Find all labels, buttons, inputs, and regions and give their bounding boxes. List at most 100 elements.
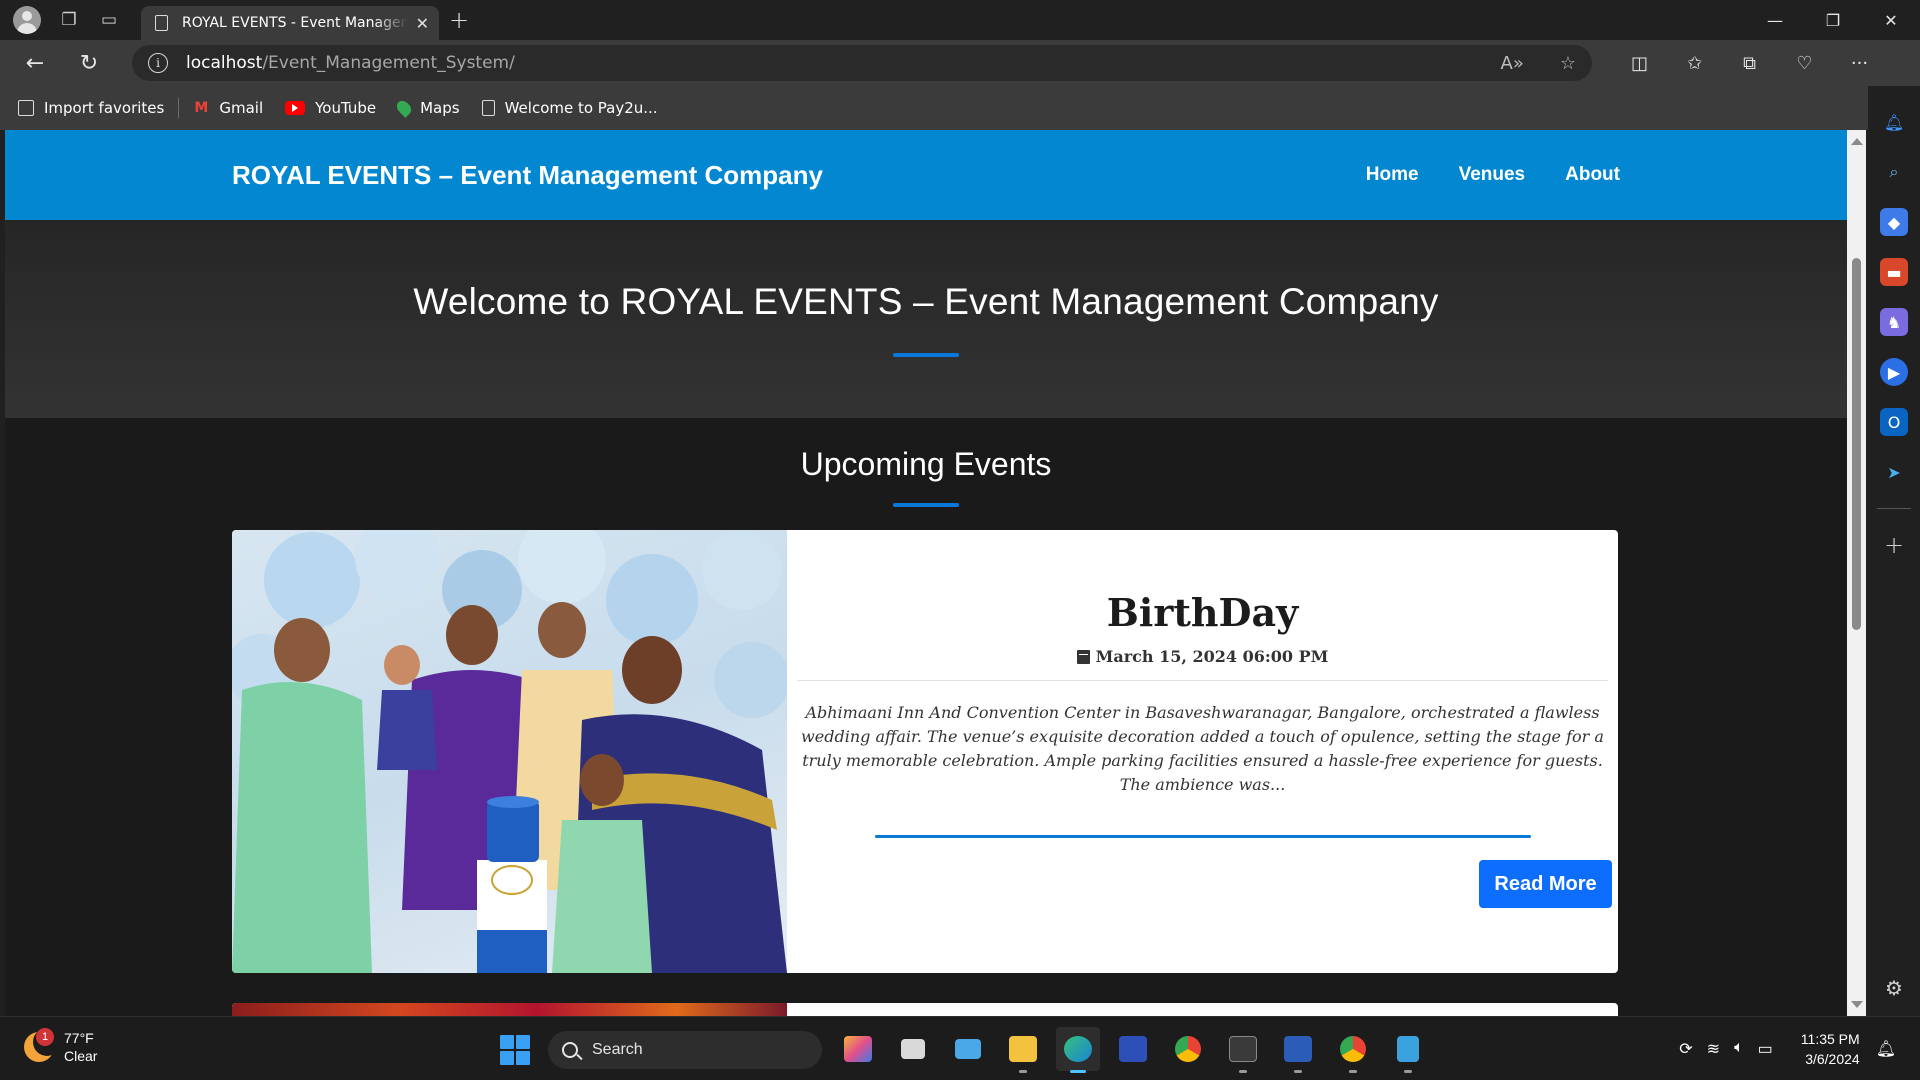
favorite-star-icon[interactable]: ☆ xyxy=(1560,53,1576,74)
split-screen-icon[interactable]: ◫ xyxy=(1612,40,1667,86)
tab-title: ROYAL EVENTS - Event Management Company xyxy=(182,15,408,31)
bookmark-label: Welcome to Pay2u... xyxy=(504,99,658,117)
bookmark-label: Gmail xyxy=(219,99,264,117)
site-info-icon[interactable]: i xyxy=(148,53,168,73)
chrome-profile-icon[interactable] xyxy=(1331,1027,1375,1073)
azure-data-studio-icon[interactable] xyxy=(1111,1027,1155,1071)
maps-icon xyxy=(394,98,415,118)
scroll-thumb[interactable] xyxy=(1852,258,1861,630)
word-icon[interactable] xyxy=(1276,1027,1320,1073)
bookmark-maps[interactable]: Maps xyxy=(394,98,460,118)
desktop-app-icon[interactable] xyxy=(946,1027,990,1071)
url-field[interactable]: i localhost/Event_Management_System/ A» … xyxy=(132,45,1592,81)
close-tab-icon[interactable]: ✕ xyxy=(416,14,429,33)
outlook-icon[interactable]: O xyxy=(1880,408,1908,436)
bookmark-youtube[interactable]: YouTube xyxy=(285,99,376,117)
bookmark-label: YouTube xyxy=(315,99,377,117)
close-window-icon[interactable]: ✕ xyxy=(1862,0,1920,40)
new-tab-icon[interactable]: + xyxy=(449,6,469,34)
clock-date: 3/6/2024 xyxy=(1805,1051,1860,1067)
page-scrollbar[interactable] xyxy=(1847,130,1866,1016)
sidebar-search-icon[interactable]: ⌕ xyxy=(1880,158,1908,186)
browser-essentials-icon[interactable]: ♡ xyxy=(1777,40,1832,86)
favorites-bar: Import favorites M Gmail YouTube Maps We… xyxy=(0,86,1920,130)
upcoming-events-section: Upcoming Events xyxy=(5,418,1847,507)
hero-section: Welcome to ROYAL EVENTS – Event Manageme… xyxy=(5,220,1847,418)
more-options-icon[interactable]: ··· xyxy=(1832,40,1887,86)
edge-browser-icon[interactable] xyxy=(1056,1027,1100,1073)
terminal-icon[interactable] xyxy=(1221,1027,1265,1073)
event-details: BirthDay March 15, 2024 06:00 PM Abhimaa… xyxy=(787,530,1618,973)
file-explorer-icon[interactable] xyxy=(1001,1027,1045,1073)
event-divider xyxy=(797,680,1608,681)
page-icon xyxy=(481,100,495,116)
gmail-icon: M xyxy=(194,100,209,116)
read-aloud-icon[interactable]: A» xyxy=(1501,53,1524,74)
url-host: localhost xyxy=(186,53,263,73)
copilot-app-icon[interactable] xyxy=(836,1027,880,1071)
notifications-bell-icon[interactable]: 🔔︎ xyxy=(1880,108,1908,136)
shopping-tag-icon[interactable]: ◆ xyxy=(1880,208,1908,236)
nav-home[interactable]: Home xyxy=(1366,164,1419,186)
event-date: March 15, 2024 06:00 PM xyxy=(787,647,1618,666)
nav-venues[interactable]: Venues xyxy=(1459,164,1526,186)
sync-icon[interactable]: ⟳ xyxy=(1679,1039,1692,1059)
window-controls: — ❐ ✕ xyxy=(1746,0,1920,40)
workspaces-icon[interactable]: ❐ xyxy=(49,0,89,40)
event-description: Abhimaani Inn And Convention Center in B… xyxy=(801,703,1604,794)
bookmark-label: Import favorites xyxy=(44,99,165,117)
send-icon[interactable]: ➤ xyxy=(1880,458,1908,486)
refresh-icon[interactable]: ↻ xyxy=(62,40,116,86)
birthday-party-photo xyxy=(232,530,787,973)
event-title: BirthDay xyxy=(1106,590,1299,635)
windows-taskbar: 1 77°F Clear Search ⟳ ≋ 🔈︎ ▭ 11:35 PM 3/… xyxy=(0,1016,1920,1080)
taskbar-apps xyxy=(836,1027,1430,1073)
vertical-tabs-icon[interactable]: ▭ xyxy=(89,0,129,40)
back-icon[interactable]: ← xyxy=(8,40,62,86)
favorites-icon[interactable]: ✩ xyxy=(1667,40,1722,86)
weather-temperature: 77°F xyxy=(64,1030,94,1046)
bookmark-pay2u[interactable]: Welcome to Pay2u... xyxy=(481,99,658,117)
youtube-icon xyxy=(285,101,306,115)
copilot-sidebar-icon[interactable]: ▶ xyxy=(1880,358,1908,386)
url-path: /Event_Management_System/ xyxy=(262,53,515,73)
bookmark-import-favorites[interactable]: Import favorites xyxy=(18,99,164,117)
browser-tab-bar: ❐ ▭ ROYAL EVENTS - Event Management Comp… xyxy=(0,0,1920,40)
task-view-icon[interactable] xyxy=(891,1027,935,1071)
weather-condition: Clear xyxy=(64,1048,98,1064)
taskbar-search-label: Search xyxy=(592,1041,643,1058)
read-more-button[interactable]: Read More xyxy=(1479,860,1612,908)
taskbar-search[interactable]: Search xyxy=(548,1031,822,1069)
chrome-icon[interactable] xyxy=(1166,1027,1210,1071)
bookmark-gmail[interactable]: M Gmail xyxy=(193,99,263,117)
minimize-icon[interactable]: — xyxy=(1746,0,1804,40)
notification-center-icon[interactable]: 🔔︎ xyxy=(1876,1039,1896,1059)
notepad-icon[interactable] xyxy=(1386,1027,1430,1073)
collections-icon[interactable]: ⧉ xyxy=(1722,40,1777,86)
taskbar-clock[interactable]: 11:35 PM 3/6/2024 xyxy=(1801,1029,1860,1069)
sidebar-settings-icon[interactable]: ⚙ xyxy=(1885,976,1903,1000)
volume-icon[interactable]: 🔈︎ xyxy=(1734,1039,1744,1059)
moon-icon: 1 xyxy=(24,1028,61,1062)
battery-icon[interactable]: ▭ xyxy=(1758,1039,1773,1059)
nav-about[interactable]: About xyxy=(1565,164,1620,186)
site-brand[interactable]: ROYAL EVENTS – Event Management Company xyxy=(232,160,823,191)
tools-briefcase-icon[interactable]: ▬ xyxy=(1880,258,1908,286)
calendar-icon xyxy=(1076,649,1090,664)
import-icon xyxy=(18,100,34,116)
clock-time: 11:35 PM xyxy=(1800,1031,1860,1047)
restore-icon[interactable]: ❐ xyxy=(1804,0,1862,40)
event-accent-line xyxy=(875,835,1531,838)
weather-widget[interactable]: 1 77°F Clear xyxy=(24,1028,98,1065)
games-icon[interactable]: ♞ xyxy=(1880,308,1908,336)
profile-avatar[interactable] xyxy=(13,6,41,34)
scroll-down-arrow-icon[interactable] xyxy=(1851,1001,1863,1008)
notification-badge: 1 xyxy=(36,1028,54,1046)
add-sidebar-app-icon[interactable]: + xyxy=(1884,531,1904,559)
start-button-icon[interactable] xyxy=(500,1035,530,1065)
event-photo-next xyxy=(232,1003,787,1016)
section-title: Upcoming Events xyxy=(800,446,1052,482)
scroll-up-arrow-icon[interactable] xyxy=(1851,138,1863,145)
browser-tab[interactable]: ROYAL EVENTS - Event Management Company … xyxy=(141,6,439,40)
wifi-icon[interactable]: ≋ xyxy=(1707,1039,1720,1059)
